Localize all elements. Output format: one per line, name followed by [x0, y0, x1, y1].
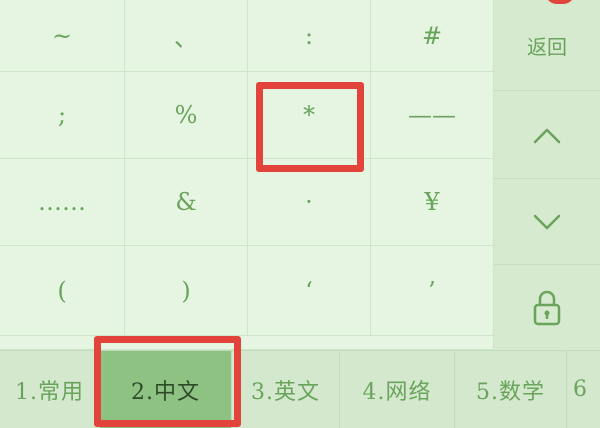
tab-label: 5.数学: [476, 379, 545, 405]
key-label: ~: [51, 21, 73, 50]
key-label: *: [303, 101, 315, 129]
lock-button[interactable]: [494, 264, 600, 350]
key-label: ;: [57, 101, 67, 129]
chevron-up-icon: [533, 128, 561, 143]
chevron-down-icon: [533, 214, 561, 229]
key-yen[interactable]: ¥: [371, 159, 494, 246]
key-right-paren[interactable]: ): [125, 246, 248, 336]
key-label: ¥: [424, 188, 440, 216]
key-left-single-quote[interactable]: ‘: [248, 246, 371, 336]
key-label: :: [304, 21, 314, 50]
page-up-button[interactable]: [494, 90, 600, 178]
symbol-keypad: ~ 、 : # ; % * —— …… & · ¥ ( ) ‘ ’: [0, 0, 494, 350]
key-label: 、: [174, 24, 198, 52]
key-label: ’: [428, 276, 436, 305]
key-ellipsis[interactable]: ……: [0, 159, 125, 246]
key-ideographic-comma[interactable]: 、: [125, 0, 248, 72]
tab-network[interactable]: 4.网络: [340, 351, 455, 428]
key-label: ‘: [305, 276, 313, 305]
page-down-button[interactable]: [494, 178, 600, 264]
tab-label: 2.中文: [131, 379, 200, 405]
key-colon[interactable]: :: [248, 0, 371, 72]
key-hash[interactable]: #: [371, 0, 494, 72]
key-label: ……: [38, 188, 86, 216]
key-semicolon[interactable]: ;: [0, 72, 125, 159]
tab-label: 1.常用: [15, 379, 84, 405]
back-label: 返回: [527, 34, 567, 59]
key-middle-dot[interactable]: ·: [248, 159, 371, 246]
back-button[interactable]: 返回: [494, 0, 600, 90]
key-label: (: [57, 276, 67, 305]
tab-common[interactable]: 1.常用: [0, 351, 100, 428]
keyboard-sidebar: 返回: [494, 0, 600, 350]
key-left-paren[interactable]: (: [0, 246, 125, 336]
key-label: &: [175, 188, 197, 216]
tab-label: 6: [573, 377, 588, 402]
key-label: %: [174, 101, 198, 129]
key-label: ·: [305, 188, 313, 216]
tab-label: 4.网络: [362, 379, 432, 405]
key-label: #: [421, 21, 443, 50]
tab-math[interactable]: 5.数学: [455, 351, 567, 428]
key-tilde[interactable]: ~: [0, 0, 125, 72]
tab-chinese[interactable]: 2.中文: [100, 351, 232, 428]
key-asterisk[interactable]: *: [248, 72, 371, 159]
key-em-dash[interactable]: ——: [371, 72, 494, 159]
key-ampersand[interactable]: &: [125, 159, 248, 246]
category-tab-bar: 1.常用 2.中文 3.英文 4.网络 5.数学 6: [0, 350, 600, 428]
key-label: ): [181, 276, 191, 305]
tab-english[interactable]: 3.英文: [232, 351, 340, 428]
key-row-partial: [0, 336, 494, 350]
lock-icon: [533, 290, 561, 325]
tab-more[interactable]: 6: [567, 351, 600, 428]
key-percent[interactable]: %: [125, 72, 248, 159]
key-label: ——: [408, 101, 456, 129]
tab-label: 3.英文: [251, 379, 320, 405]
key-right-single-quote[interactable]: ’: [371, 246, 494, 336]
